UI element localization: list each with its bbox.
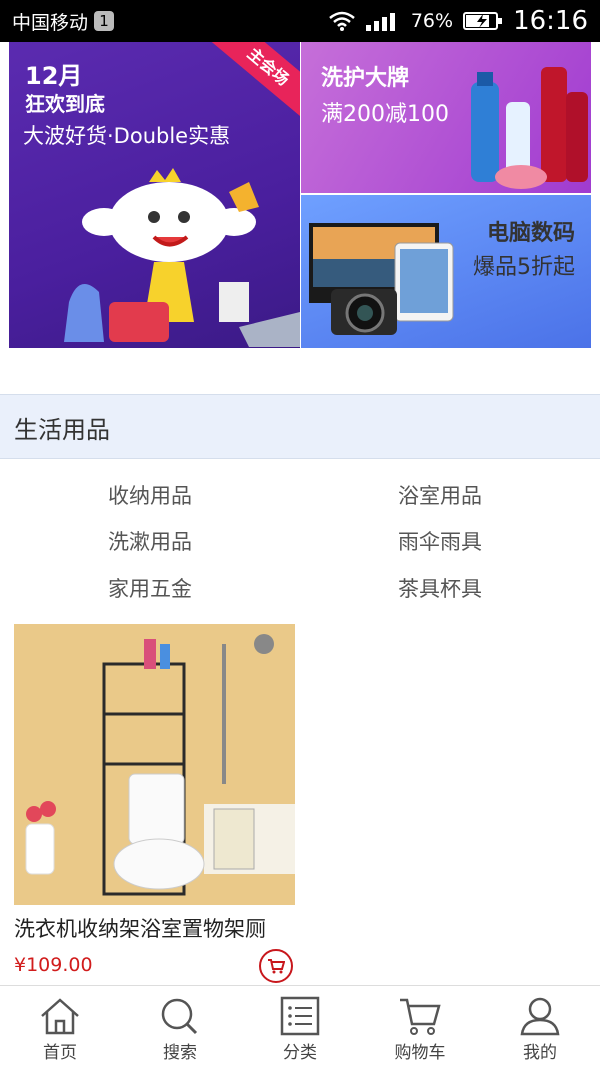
carrier-label: 中国移动 [12, 11, 89, 34]
main-venue-tag: 主会场 [211, 42, 300, 119]
add-to-cart-button[interactable] [259, 949, 293, 983]
wifi-icon [329, 11, 355, 31]
tab-label: 我的 [523, 1043, 557, 1063]
section-title: 生活用品 [14, 416, 110, 444]
category-link-teaware[interactable]: 茶具杯具 [398, 573, 482, 603]
haircare-products-illustration [471, 67, 588, 189]
tab-label: 分类 [283, 1043, 317, 1063]
clock: 16:16 [513, 6, 588, 36]
tab-label: 搜索 [163, 1043, 197, 1063]
electronics-illustration [309, 223, 454, 335]
haircare-subtitle: 满200减100 [321, 102, 449, 127]
category-link-hardware[interactable]: 家用五金 [108, 573, 192, 603]
search-icon [161, 998, 198, 1035]
promo-headline: 狂欢到底 [25, 92, 105, 116]
notification-count-badge: 1 [94, 11, 115, 31]
tab-cart[interactable]: 购物车 [360, 986, 480, 1068]
promo-main-card[interactable]: 主会场 12月 狂欢到底 大波好货·Double实惠 [9, 42, 300, 348]
promo-date: 12月 [25, 62, 83, 90]
category-link-toiletries[interactable]: 洗漱用品 [108, 526, 192, 556]
promo-banner: 主会场 12月 狂欢到底 大波好货·Double实惠 洗护大牌 满200减100 [9, 42, 591, 348]
mascot-illustration [64, 168, 300, 347]
status-bar: 中国移动 1 76% 16:16 [0, 0, 600, 42]
category-link-storage[interactable]: 收纳用品 [108, 480, 192, 510]
home-icon [41, 998, 79, 1035]
promo-haircare-card[interactable]: 洗护大牌 满200减100 [301, 42, 591, 193]
promo-electronics-card[interactable]: 电脑数码 爆品5折起 [301, 195, 591, 348]
cart-icon [400, 998, 441, 1035]
battery-charging-icon [463, 12, 503, 30]
product-image[interactable] [14, 624, 295, 905]
tab-profile[interactable]: 我的 [480, 986, 600, 1068]
product-price: ¥109.00 [14, 954, 93, 976]
bathroom-shelf-photo [14, 624, 295, 905]
list-icon [280, 996, 320, 1036]
user-icon [520, 997, 560, 1036]
tab-search[interactable]: 搜索 [120, 986, 240, 1068]
tab-label: 购物车 [394, 1043, 446, 1063]
category-link-umbrellas[interactable]: 雨伞雨具 [398, 526, 482, 556]
promo-subtitle: 大波好货·Double实惠 [23, 124, 231, 148]
signal-icon [365, 13, 395, 31]
battery-percent: 76% [410, 10, 454, 32]
electronics-subtitle: 爆品5折起 [473, 255, 575, 280]
product-name[interactable]: 洗衣机收纳架浴室置物架厕 [14, 913, 266, 943]
category-link-bathroom[interactable]: 浴室用品 [398, 480, 482, 510]
bottom-tab-bar: 首页 搜索 分类 购物车 我的 [0, 985, 600, 1068]
cart-icon [268, 959, 285, 974]
electronics-title: 电脑数码 [486, 221, 575, 246]
tab-label: 首页 [43, 1043, 77, 1063]
section-header: 生活用品 [0, 394, 600, 459]
tab-category[interactable]: 分类 [240, 986, 360, 1068]
tab-home[interactable]: 首页 [0, 986, 120, 1068]
haircare-title: 洗护大牌 [321, 66, 410, 91]
product-card[interactable]: 洗衣机收纳架浴室置物架厕 ¥109.00 [14, 624, 296, 983]
